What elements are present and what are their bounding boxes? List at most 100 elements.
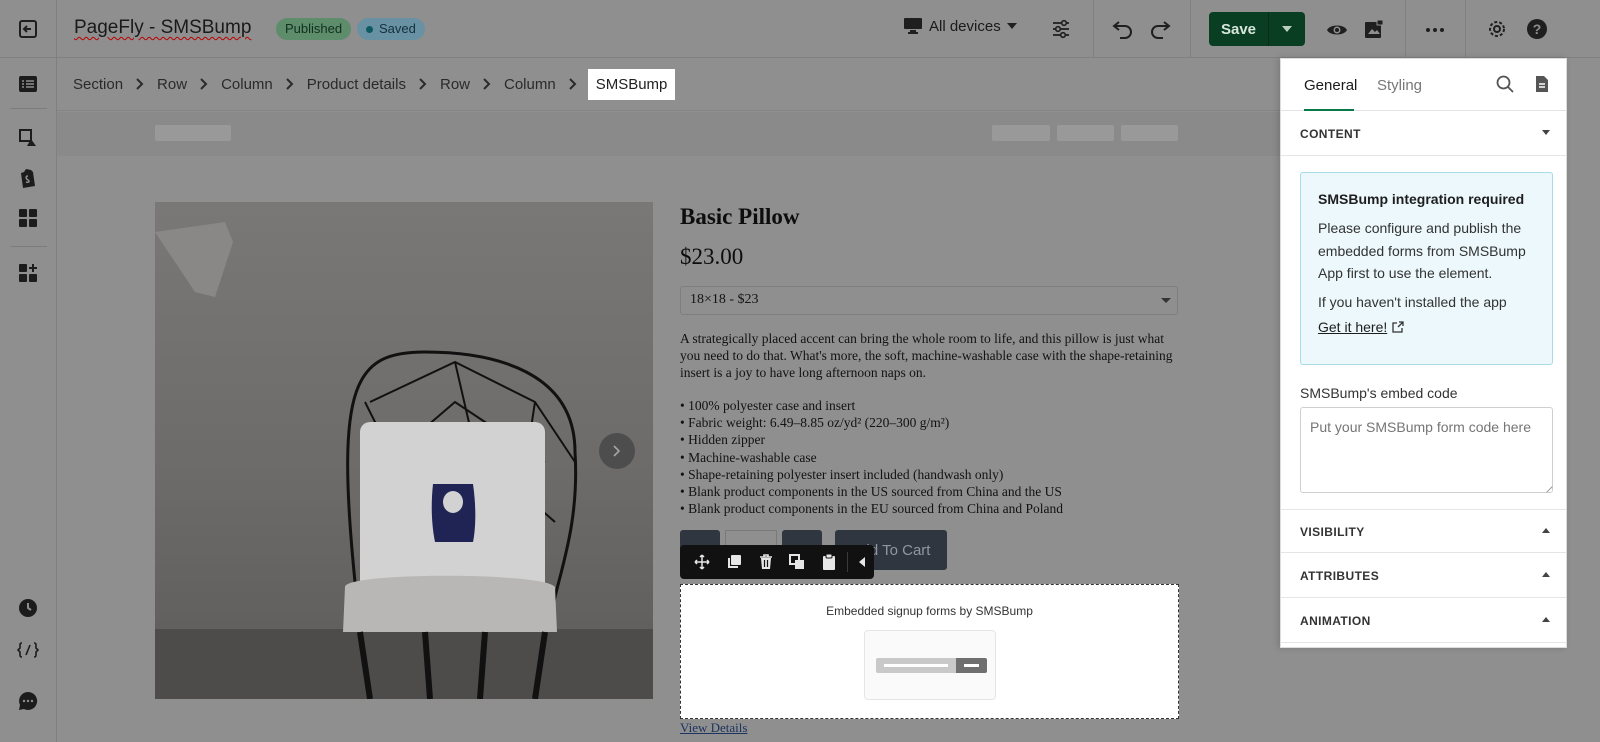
redo-icon	[1151, 21, 1171, 39]
view-details-link[interactable]: View Details	[680, 720, 747, 736]
list-item: • Hidden zipper	[680, 432, 765, 448]
chevron-down-icon	[1282, 26, 1292, 32]
redo-button[interactable]	[1147, 16, 1173, 42]
external-link-icon	[1392, 320, 1404, 333]
clipboard-icon	[823, 554, 836, 570]
nav-placeholder	[1057, 125, 1114, 141]
chat-support-button[interactable]	[14, 687, 42, 715]
get-app-link-label: Get it here!	[1318, 318, 1388, 335]
trash-icon	[759, 554, 772, 569]
clock-icon	[19, 599, 37, 617]
divider	[847, 552, 849, 572]
scroll-gutter	[1567, 58, 1600, 742]
list-item: • Blank product components in the US sou…	[680, 484, 1062, 500]
save-button[interactable]: Save	[1209, 12, 1269, 46]
caret-up-icon	[1542, 617, 1550, 622]
product-description[interactable]: A strategically placed accent can bring …	[680, 330, 1178, 381]
chevron-right-icon	[483, 78, 491, 90]
shopify-button[interactable]	[14, 164, 42, 192]
duplicate-button[interactable]	[718, 548, 750, 576]
notice-title: SMSBump integration required	[1318, 191, 1525, 207]
product-title[interactable]: Basic Pillow	[680, 204, 799, 230]
exit-editor-button[interactable]	[0, 0, 57, 58]
documentation-button[interactable]	[1535, 75, 1549, 98]
embed-code-label: SMSBump's embed code	[1300, 385, 1458, 401]
breadcrumb-item-product-details[interactable]: Product details	[307, 76, 406, 93]
document-icon	[1536, 76, 1548, 92]
integration-notice: SMSBump integration required Please conf…	[1300, 172, 1553, 365]
list-item: • Blank product components in the EU sou…	[680, 501, 1064, 517]
editor-canvas[interactable]: Basic Pillow $23.00 18×18 - $23 A strate…	[57, 112, 1283, 742]
caret-up-icon	[1542, 528, 1550, 533]
custom-code-button[interactable]	[14, 636, 42, 664]
list-item: • Shape-retaining polyester insert inclu…	[680, 466, 1004, 482]
more-options-button[interactable]	[1422, 17, 1448, 43]
search-icon	[1496, 75, 1514, 93]
undo-button[interactable]	[1110, 16, 1136, 42]
preview-button[interactable]	[1324, 17, 1350, 43]
chair-with-pillow-illustration	[155, 222, 578, 699]
chevron-right-icon	[286, 78, 294, 90]
gear-icon	[1489, 21, 1505, 37]
get-app-link[interactable]: Get it here!	[1318, 319, 1404, 335]
chat-icon	[19, 691, 38, 710]
signup-form-preview	[864, 630, 996, 700]
collapse-toolbar-button[interactable]	[850, 548, 874, 576]
breadcrumb-item-column[interactable]: Column	[221, 76, 273, 93]
list-item: • 100% polyester case and insert	[680, 398, 856, 413]
clone-icon	[789, 554, 805, 569]
chevron-right-icon	[200, 78, 208, 90]
caret-down-icon	[1542, 130, 1550, 135]
layers-button[interactable]	[14, 70, 42, 98]
help-button[interactable]: ?	[1524, 16, 1550, 42]
breadcrumb-item-column[interactable]: Column	[504, 76, 556, 93]
content-section-header[interactable]: CONTENT	[1281, 112, 1566, 156]
copy-style-button[interactable]	[781, 548, 813, 576]
next-image-button[interactable]	[599, 433, 635, 469]
save-options-button[interactable]	[1269, 12, 1305, 46]
variant-select-value: 18×18 - $23	[690, 292, 759, 307]
copy-icon	[727, 555, 741, 568]
product-features-list[interactable]: • 100% polyester case and insert • Fabri…	[680, 397, 1200, 517]
templates-button[interactable]	[14, 204, 42, 232]
breadcrumb-item-section[interactable]: Section	[73, 76, 123, 93]
delete-button[interactable]	[750, 548, 782, 576]
nav-placeholder	[992, 125, 1050, 141]
chevron-right-icon	[419, 78, 427, 90]
live-view-button[interactable]	[1361, 16, 1387, 42]
breadcrumb-item-row[interactable]: Row	[440, 76, 470, 93]
chevron-right-icon	[613, 445, 621, 457]
element-catalog-button[interactable]	[14, 124, 42, 152]
top-bar: PageFly - SMSBump Published Saved All de…	[0, 0, 1600, 58]
device-selector[interactable]: All devices	[903, 17, 1017, 35]
form-field-placeholder	[876, 658, 956, 673]
paste-button[interactable]	[813, 548, 845, 576]
apps-add-icon	[19, 264, 37, 282]
page-settings-button[interactable]	[1049, 17, 1073, 41]
saved-dot-icon	[366, 26, 373, 33]
caret-left-icon	[859, 557, 866, 567]
tab-styling[interactable]: Styling	[1377, 77, 1422, 94]
add-apps-button[interactable]	[14, 259, 42, 287]
attributes-section-header[interactable]: ATTRIBUTES	[1281, 554, 1566, 598]
breadcrumb-item-active[interactable]: SMSBump	[587, 68, 676, 100]
breadcrumb-item-row[interactable]: Row	[157, 76, 187, 93]
code-icon	[17, 642, 39, 658]
list-item: • Machine-washable case	[680, 449, 817, 465]
element-toolbar	[680, 545, 874, 579]
caret-up-icon	[1542, 572, 1550, 577]
page-title[interactable]: PageFly - SMSBump	[74, 17, 251, 39]
nav-placeholder	[1121, 125, 1178, 141]
search-button[interactable]	[1496, 75, 1514, 98]
product-price[interactable]: $23.00	[680, 244, 743, 270]
history-button[interactable]	[14, 594, 42, 622]
variant-select[interactable]: 18×18 - $23	[680, 286, 1178, 315]
settings-button[interactable]	[1484, 16, 1510, 42]
smsbump-embed-element[interactable]: Embedded signup forms by SMSBump	[680, 584, 1179, 719]
product-image[interactable]	[155, 202, 653, 699]
visibility-section-header[interactable]: VISIBILITY	[1281, 509, 1566, 553]
tab-general[interactable]: General	[1304, 77, 1357, 111]
animation-section-header[interactable]: ANIMATION	[1281, 599, 1566, 643]
move-button[interactable]	[686, 548, 718, 576]
embed-code-input[interactable]	[1300, 407, 1553, 493]
